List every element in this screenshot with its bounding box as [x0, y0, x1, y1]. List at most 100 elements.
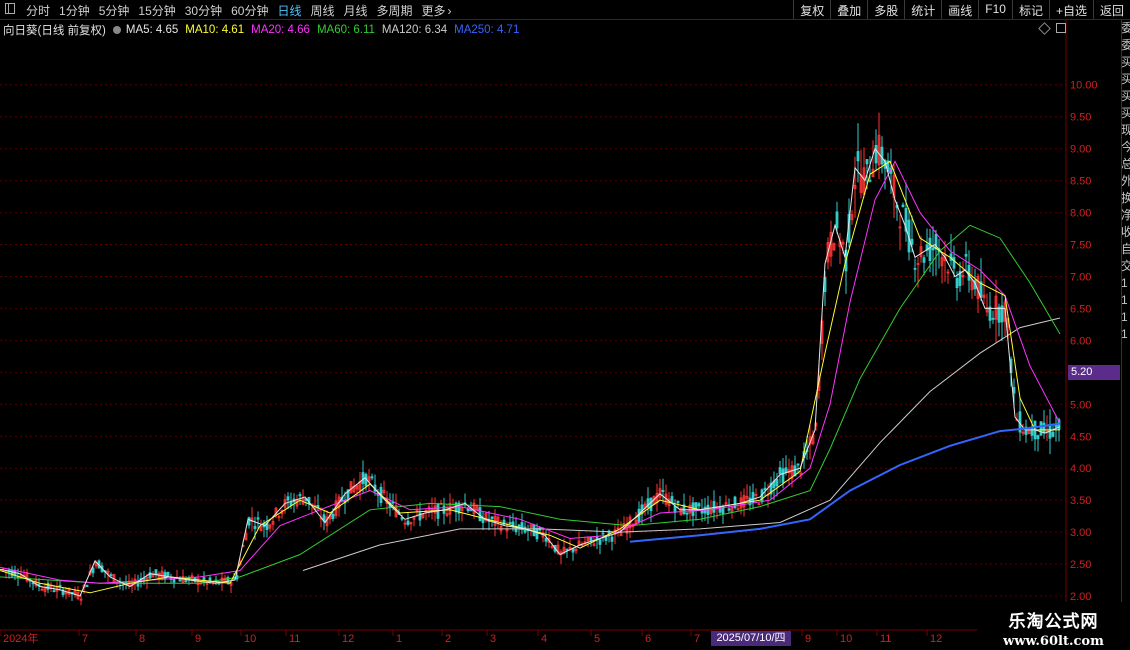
tool-button[interactable]: 多股	[867, 0, 904, 19]
side-label: 买	[1122, 105, 1130, 122]
tool-button[interactable]: 复权	[793, 0, 830, 19]
window-icon[interactable]	[1056, 23, 1066, 33]
period-tab[interactable]: 5分钟	[99, 2, 130, 19]
side-label: 1	[1121, 310, 1128, 324]
period-tab[interactable]: 15分钟	[138, 2, 175, 19]
candle-body	[178, 578, 182, 582]
tool-button[interactable]: 画线	[941, 0, 978, 19]
ma10-value: MA10: 4.61	[185, 24, 245, 36]
candle-body	[535, 528, 539, 540]
side-label: 交	[1122, 258, 1130, 275]
candle-body	[727, 508, 731, 511]
tool-button[interactable]: 叠加	[830, 0, 867, 19]
side-label: 1	[1121, 327, 1128, 341]
chart-tools: 复权 叠加 多股 统计 画线 F10 标记 +自选 返回	[793, 0, 1130, 19]
candle-body	[604, 537, 608, 541]
candle-body	[697, 503, 701, 507]
ma20-value: MA20: 4.66	[251, 24, 310, 36]
panel-toggle-icon[interactable]	[5, 3, 15, 14]
candle-body	[490, 516, 494, 519]
date-tick-label: 9	[805, 633, 811, 645]
period-tabs: 分时 1分钟 5分钟 15分钟 30分钟 60分钟 日线 周线 月线 多周期 更多 ›	[26, 2, 461, 19]
price-tick-label: 10.00	[1070, 80, 1098, 92]
candle-body	[544, 537, 548, 542]
candle-body	[913, 267, 917, 270]
candle-body	[256, 517, 260, 520]
settings-dot-icon[interactable]	[112, 26, 121, 34]
candle-body	[964, 254, 968, 257]
candle-body	[835, 211, 839, 229]
date-tick-label: 2	[445, 633, 451, 645]
candle-body	[52, 590, 56, 593]
period-tab[interactable]: 多周期	[377, 2, 413, 19]
price-tick-label: 9.50	[1070, 112, 1091, 124]
period-tab[interactable]: 60分钟	[231, 2, 268, 19]
price-tick-label: 9.00	[1070, 144, 1091, 156]
candle-body	[253, 525, 257, 530]
candle-body	[610, 536, 614, 542]
candle-body	[931, 247, 935, 251]
candle-body	[172, 578, 176, 583]
candle-body	[1051, 431, 1055, 437]
price-tick-label: 2.50	[1070, 559, 1091, 571]
price-tick-label: 7.50	[1070, 240, 1091, 252]
side-label: 买	[1122, 88, 1130, 105]
candle-body	[589, 537, 593, 541]
period-tab[interactable]: 日线	[277, 2, 301, 19]
candle-body	[928, 237, 932, 262]
date-tick-label: 5	[594, 633, 600, 645]
tool-button[interactable]: 返回	[1092, 0, 1130, 19]
kline-chart[interactable]: 10.009.509.008.508.007.507.006.506.005.5…	[0, 0, 1130, 650]
candle-body	[361, 472, 365, 484]
period-tab[interactable]: 周线	[310, 2, 334, 19]
candle-body	[10, 569, 14, 577]
period-tab[interactable]: 更多 ›	[422, 2, 452, 19]
tool-button[interactable]: +自选	[1048, 0, 1093, 19]
candle-body	[955, 278, 959, 289]
period-tab[interactable]: 分时	[26, 2, 50, 19]
candle-body	[331, 513, 335, 519]
period-toolbar: 分时 1分钟 5分钟 15分钟 30分钟 60分钟 日线 周线 月线 多周期 更多 › 复权 叠加 多股统…	[0, 0, 1130, 20]
candle-body	[880, 146, 884, 165]
ma10-line	[0, 160, 1060, 594]
side-label: 1	[1121, 293, 1128, 307]
price-tick-label: 6.00	[1070, 335, 1091, 347]
period-tab[interactable]: 30分钟	[185, 2, 222, 19]
candle-body	[778, 467, 782, 475]
candle-body	[247, 517, 251, 526]
ma60-value: MA60: 6.11	[316, 24, 375, 36]
price-tick-label: 4.00	[1070, 463, 1091, 475]
candle-body	[712, 501, 716, 513]
tool-button[interactable]: 标记	[1011, 0, 1049, 19]
side-label: 今	[1122, 139, 1130, 156]
period-tab[interactable]: 1分钟	[59, 2, 90, 19]
candle-body	[565, 548, 569, 551]
period-tab[interactable]: 月线	[344, 2, 368, 19]
candle-body	[58, 585, 62, 587]
candle-body	[601, 532, 605, 535]
current-price-tag: 5.20	[1068, 365, 1120, 380]
date-tick-label: 12	[930, 633, 942, 645]
price-tick-label: 3.50	[1070, 495, 1091, 507]
candle-body	[670, 496, 674, 504]
side-label: 委	[1122, 20, 1130, 37]
candle-body	[598, 539, 602, 545]
date-tick-label: 7	[694, 633, 700, 645]
side-label: 现	[1122, 122, 1130, 139]
side-label: 委	[1122, 37, 1130, 54]
candle-body	[166, 571, 170, 577]
candle-body	[508, 522, 512, 525]
tool-button[interactable]: 统计	[904, 0, 941, 19]
candle-body	[685, 512, 689, 515]
side-label: 收	[1122, 224, 1130, 241]
ma250-value: MA250: 4.71	[454, 24, 520, 36]
candle-body	[922, 257, 926, 263]
date-tick-label: 11	[289, 633, 300, 645]
candle-body	[901, 204, 905, 208]
chevron-right-icon: ›	[447, 4, 452, 18]
price-tick-label: 8.00	[1070, 208, 1091, 220]
tool-button[interactable]: F10	[978, 0, 1012, 19]
candle-body	[997, 306, 1001, 323]
side-info-panel: 委委买买买买现今总外换净收自交1111	[1121, 20, 1130, 630]
candle-body	[661, 490, 665, 492]
